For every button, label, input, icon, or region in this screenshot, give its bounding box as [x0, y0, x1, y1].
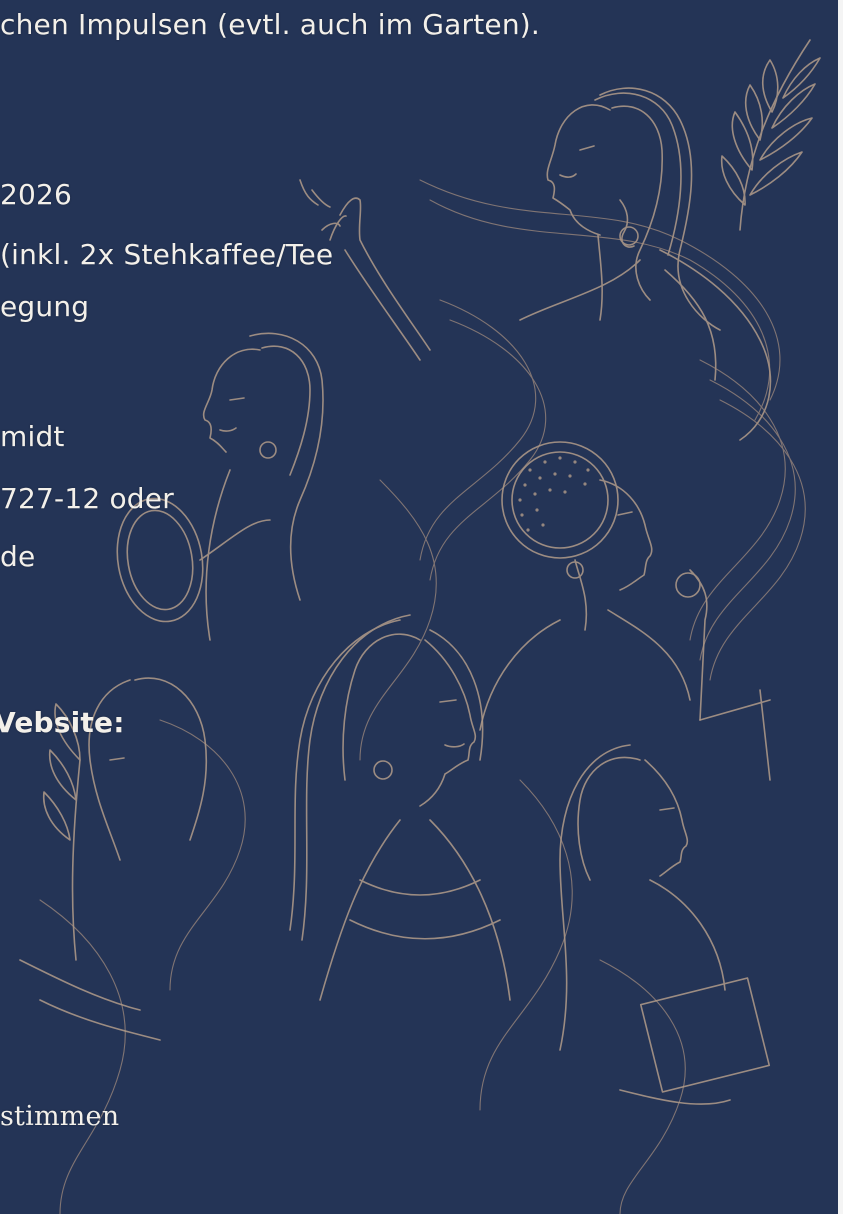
page-edge — [838, 0, 843, 1214]
intro-text-line: chen Impulsen (evtl. auch im Garten). — [0, 8, 541, 41]
woman-afro-figure — [479, 441, 708, 731]
catering-line: egung — [0, 290, 90, 323]
contact-name-line: midt — [0, 420, 65, 453]
price-line: (inkl. 2x Stehkaffee/Tee — [0, 238, 334, 271]
date-line: 2026 — [0, 178, 73, 211]
flowing-ribbons — [39, 179, 806, 1214]
website-heading: Vebsite: — [0, 706, 125, 739]
woman-book-figure — [559, 689, 771, 1105]
women-line-art-icon — [19, 39, 821, 1214]
footer-text-line: stimmen — [0, 1101, 120, 1132]
woman-top-figure — [519, 87, 772, 441]
email-line: de — [0, 540, 36, 573]
branch-top-right — [720, 39, 821, 231]
poster: chen Impulsen (evtl. auch im Garten). 20… — [0, 0, 838, 1214]
afro-dots — [518, 456, 590, 532]
phone-line: 727-12 oder — [0, 482, 174, 515]
